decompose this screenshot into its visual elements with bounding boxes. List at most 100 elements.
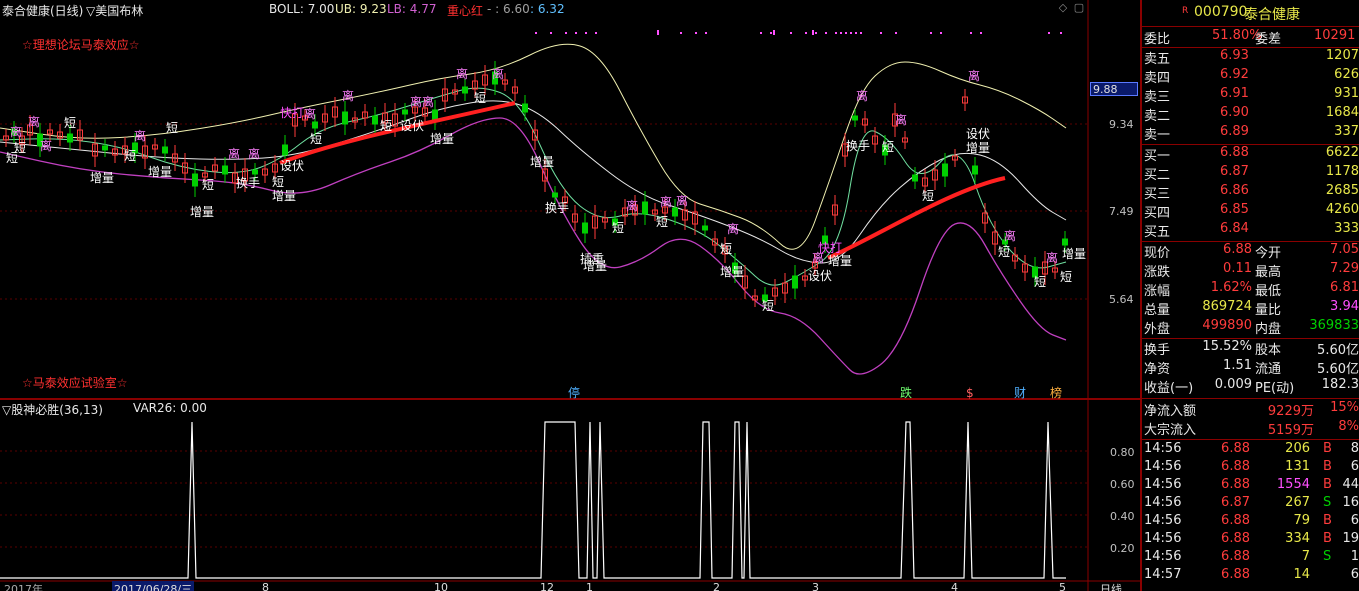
tick-volume: 267 (1285, 495, 1310, 510)
candle-body[interactable] (792, 275, 798, 289)
signal-label: 短 (14, 141, 26, 155)
chart-canvas[interactable]: 离离 短短离短离短增量 增量短增量离 离换手短设伏增量快打 离短离短设伏离离短增量离 离短… (0, 0, 1140, 591)
signal-label: 短 (720, 242, 732, 256)
candle-body[interactable] (462, 86, 468, 94)
asks-row[interactable]: 卖三 6.91 931 (1142, 86, 1359, 105)
tick-volume: 206 (1285, 441, 1310, 456)
period-label[interactable]: 日线 (1100, 581, 1122, 591)
stat-label: 今开 (1255, 246, 1282, 261)
candle-body[interactable] (672, 207, 678, 217)
stock-header: R 000790 泰合健康 (1142, 4, 1359, 24)
event-marker[interactable]: 停 (568, 385, 580, 400)
chart-title[interactable]: 泰合健康(日线) (2, 2, 83, 19)
signal-dot (595, 32, 597, 34)
tick-row[interactable]: 14:56 6.88 206 B 8 (1142, 441, 1359, 459)
stat-value: 0.11 (1223, 261, 1252, 276)
tick-row[interactable]: 14:56 6.88 334 B 19 (1142, 531, 1359, 549)
stat-value: 1.62% (1210, 280, 1252, 295)
candle-body[interactable] (192, 173, 198, 187)
signal-dot (970, 32, 972, 34)
stock-code[interactable]: 000790 (1194, 4, 1247, 20)
candle-body[interactable] (1062, 238, 1068, 246)
tick-row[interactable]: 14:56 6.88 7 S 1 (1142, 549, 1359, 567)
signal-tick (812, 30, 814, 35)
tick-price: 6.88 (1221, 477, 1250, 492)
asks-row[interactable]: 卖二 6.90 1684 (1142, 105, 1359, 124)
tick-time: 14:56 (1144, 459, 1182, 474)
signal-label: 短 (124, 149, 136, 163)
kline-chart-area[interactable]: 离离短短离短离短增量 增量短增量离离换手短设伏 增量 快打离短离短设伏 离离短增量离离短… (0, 0, 1140, 591)
candle-body[interactable] (552, 192, 558, 198)
tick-row[interactable]: 14:56 6.88 131 B 6 (1142, 459, 1359, 477)
flow-label: 净流入额 (1144, 404, 1197, 419)
bids-row[interactable]: 买三 6.86 2685 (1142, 183, 1359, 202)
candle-body[interactable] (942, 163, 948, 177)
candle-body[interactable] (372, 115, 378, 125)
signal-dot (550, 32, 552, 34)
bids-row[interactable]: 买一 6.88 6622 (1142, 145, 1359, 164)
bids-row[interactable]: 买二 6.87 1178 (1142, 164, 1359, 183)
maximize-icon[interactable]: ▢ (1073, 2, 1085, 14)
asks-row[interactable]: 卖五 6.93 1207 (1142, 48, 1359, 67)
event-marker[interactable]: 榜 (1050, 385, 1062, 400)
tick-extra: 16 (1342, 495, 1359, 510)
signal-label: 快打 (280, 106, 304, 120)
candlesticks[interactable] (3, 61, 1068, 309)
candle-body[interactable] (522, 103, 528, 113)
candle-body[interactable] (972, 165, 978, 175)
candle-body[interactable] (912, 174, 918, 182)
candle-body[interactable] (252, 169, 258, 175)
tick-row[interactable]: 14:56 6.87 267 S 16 (1142, 495, 1359, 513)
bids-label: 买二 (1144, 168, 1171, 183)
tick-price: 6.88 (1221, 513, 1250, 528)
signal-label: 离 (342, 88, 354, 103)
signal-label: 增量 (720, 265, 744, 279)
asks-label: 卖一 (1144, 128, 1171, 143)
fund-value: 5.60亿 (1317, 343, 1359, 358)
candle-body[interactable] (102, 145, 108, 151)
signal-tick (773, 30, 775, 35)
candle-body[interactable] (312, 121, 318, 129)
tick-price: 6.87 (1221, 495, 1250, 510)
candle-body[interactable] (582, 222, 588, 234)
candle-body[interactable] (282, 144, 288, 156)
candle-body[interactable] (852, 115, 858, 121)
tick-side: B (1323, 459, 1332, 474)
signal-dot (705, 32, 707, 34)
signal-label: 离 (304, 106, 316, 121)
tick-row[interactable]: 14:56 6.88 1554 B 44 (1142, 477, 1359, 495)
signal-label: 离离 (410, 94, 434, 109)
tick-time: 14:56 (1144, 495, 1182, 510)
candle-body[interactable] (162, 146, 168, 154)
candle-body[interactable] (642, 201, 648, 215)
tick-row[interactable]: 14:57 6.88 14 6 (1142, 567, 1359, 585)
price-tick-3: 5.64 (1109, 293, 1134, 306)
stat-value: 6.88 (1223, 242, 1252, 257)
candle-body[interactable] (702, 225, 708, 231)
candle-body[interactable] (342, 111, 348, 125)
event-marker[interactable]: $ (966, 386, 974, 400)
candle-body[interactable] (402, 109, 408, 115)
candle-body[interactable] (222, 165, 228, 175)
asks-row[interactable]: 卖四 6.92 626 (1142, 67, 1359, 86)
stock-name[interactable]: 泰合健康 (1244, 4, 1300, 24)
event-marker[interactable]: 财 (1014, 386, 1026, 400)
bids-row[interactable]: 买五 6.84 333 (1142, 221, 1359, 240)
settings-icon[interactable]: ◇ (1057, 2, 1069, 14)
event-marker[interactable]: 跌 (900, 385, 912, 400)
signal-label: 短 (762, 299, 774, 313)
signal-label: 增量 (966, 141, 990, 155)
date-month: 4 (951, 581, 958, 591)
candle-body[interactable] (432, 109, 438, 121)
asks-price: 6.91 (1220, 86, 1249, 101)
tick-row[interactable]: 14:56 6.88 79 B 6 (1142, 513, 1359, 531)
asks-row[interactable]: 卖一 6.89 337 (1142, 124, 1359, 143)
candle-body[interactable] (67, 133, 73, 143)
signal-label: 短 (656, 215, 668, 229)
sub-indicator-title[interactable]: ▽股神必胜(36,13) (2, 401, 103, 418)
bids-row[interactable]: 买四 6.85 4260 (1142, 202, 1359, 221)
indicator-selector[interactable]: ▽美国布林 (86, 2, 143, 19)
stat-value: 869724 (1202, 299, 1252, 314)
price-tick-1: 9.34 (1109, 118, 1134, 131)
stat-value: 7.29 (1330, 261, 1359, 276)
